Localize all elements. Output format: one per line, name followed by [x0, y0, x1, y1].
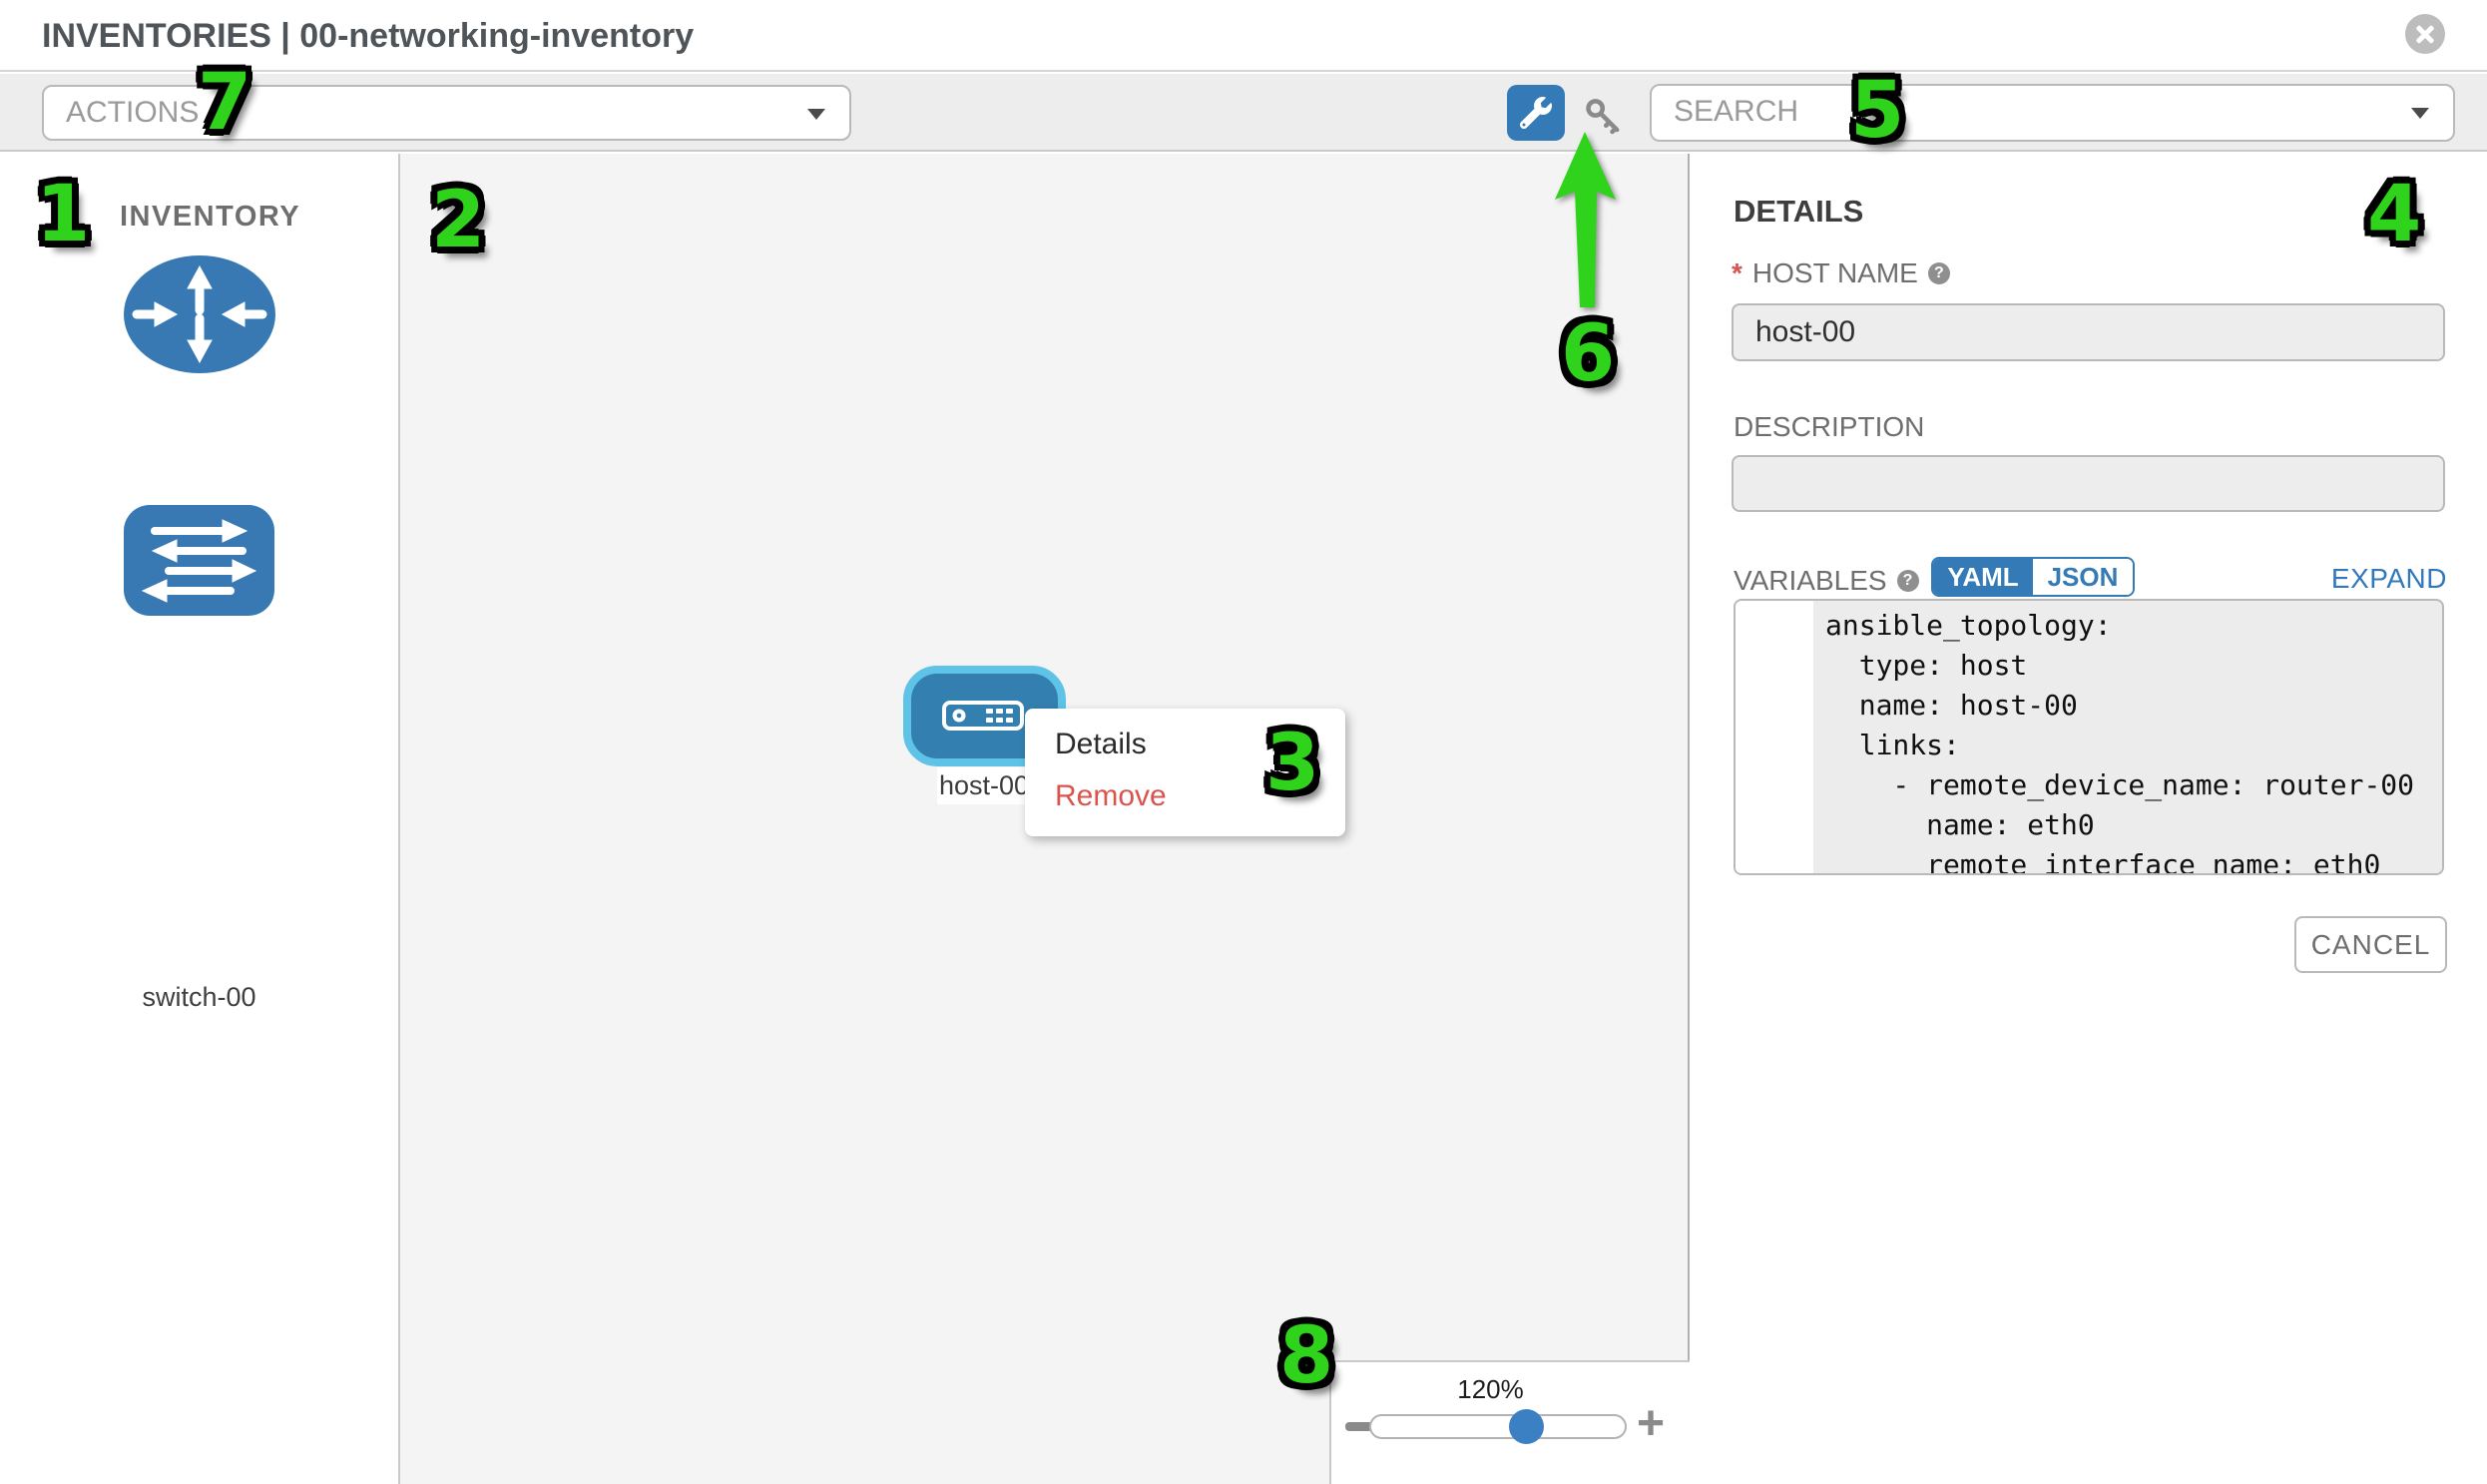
host-name-input[interactable] — [1732, 303, 2445, 361]
editor-line: 4 links: — [1736, 726, 2442, 765]
inventory-topology-app: INVENTORIES | 00-networking-inventory AC… — [0, 0, 2487, 1484]
actions-dropdown[interactable]: ACTIONS — [42, 85, 851, 141]
annotation-2: 2 — [431, 182, 485, 259]
host-icon — [942, 701, 1024, 731]
palette-item-switch[interactable]: switch-00 — [0, 504, 398, 622]
help-icon[interactable]: ? — [1897, 570, 1919, 592]
variables-format-toggle: YAML JSON — [1931, 557, 2135, 597]
variables-label: VARIABLES — [1734, 565, 1887, 597]
variables-label-row: VARIABLES ? — [1734, 565, 1919, 597]
inventory-palette-sidebar: INVENTORY router-00 — [0, 154, 400, 1484]
host-name-label-row: * HOST NAME ? — [1732, 257, 1950, 289]
annotation-7: 7 — [198, 64, 251, 142]
annotation-3: 3 — [1265, 725, 1319, 802]
palette-item-router[interactable]: router-00 — [0, 254, 398, 379]
host-node-label: host-00 — [937, 767, 1031, 804]
required-asterisk: * — [1732, 257, 1742, 289]
cancel-button[interactable]: CANCEL — [2294, 916, 2447, 973]
zoom-slider-handle[interactable] — [1509, 1409, 1544, 1444]
annotation-6: 6 — [1561, 315, 1615, 393]
editor-line: 6 name: eth0 — [1736, 805, 2442, 845]
editor-line: 3 name: host-00 — [1736, 686, 2442, 726]
expand-link[interactable]: EXPAND — [2331, 563, 2447, 595]
help-icon[interactable]: ? — [1928, 262, 1950, 284]
details-panel: DETAILS * HOST NAME ? DESCRIPTION VARIAB… — [1692, 154, 2487, 1484]
toggle-json[interactable]: JSON — [2033, 559, 2133, 595]
search-dropdown[interactable]: SEARCH — [1650, 84, 2455, 142]
switch-icon — [123, 504, 275, 617]
editor-line: 7 remote_interface_name: eth0 — [1736, 845, 2442, 875]
toggle-yaml[interactable]: YAML — [1933, 559, 2033, 595]
annotation-1: 1 — [36, 176, 90, 253]
router-icon — [123, 254, 276, 374]
host-name-label: HOST NAME — [1752, 257, 1918, 289]
chevron-down-icon — [2411, 108, 2429, 119]
zoom-control-panel: 120% + — [1329, 1360, 1690, 1484]
page-header: INVENTORIES | 00-networking-inventory — [0, 0, 2487, 72]
close-icon[interactable] — [2405, 14, 2445, 54]
zoom-slider-track[interactable] — [1369, 1414, 1627, 1439]
zoom-level-value: 120% — [1331, 1374, 1650, 1405]
description-input[interactable] — [1732, 455, 2445, 512]
editor-line: 5 - remote_device_name: router-00 — [1736, 765, 2442, 805]
chevron-down-icon — [807, 109, 825, 120]
annotation-8: 8 — [1279, 1317, 1333, 1395]
topology-canvas[interactable]: host-00 Details Remove 120% + — [400, 154, 1690, 1484]
wrench-icon — [1520, 97, 1552, 129]
toolbar: ACTIONS SEARCH — [0, 74, 2487, 152]
editor-line: 2 type: host — [1736, 646, 2442, 686]
editor-line: 1ansible_topology: — [1736, 606, 2442, 646]
search-dropdown-label: SEARCH — [1674, 86, 1798, 138]
details-heading: DETAILS — [1734, 194, 1863, 230]
annotation-5: 5 — [1850, 72, 1904, 150]
annotation-4: 4 — [2367, 176, 2421, 253]
breadcrumb-title: INVENTORIES | 00-networking-inventory — [42, 0, 694, 72]
zoom-in-button[interactable]: + — [1637, 1400, 1665, 1448]
palette-heading: INVENTORY — [120, 201, 300, 234]
variables-code-editor[interactable]: 1ansible_topology: 2 type: host 3 name: … — [1734, 599, 2444, 875]
palette-item-label: switch-00 — [0, 982, 398, 1013]
description-label: DESCRIPTION — [1734, 411, 1924, 443]
actions-dropdown-label: ACTIONS — [66, 87, 199, 139]
green-up-arrow-icon — [1545, 126, 1629, 315]
